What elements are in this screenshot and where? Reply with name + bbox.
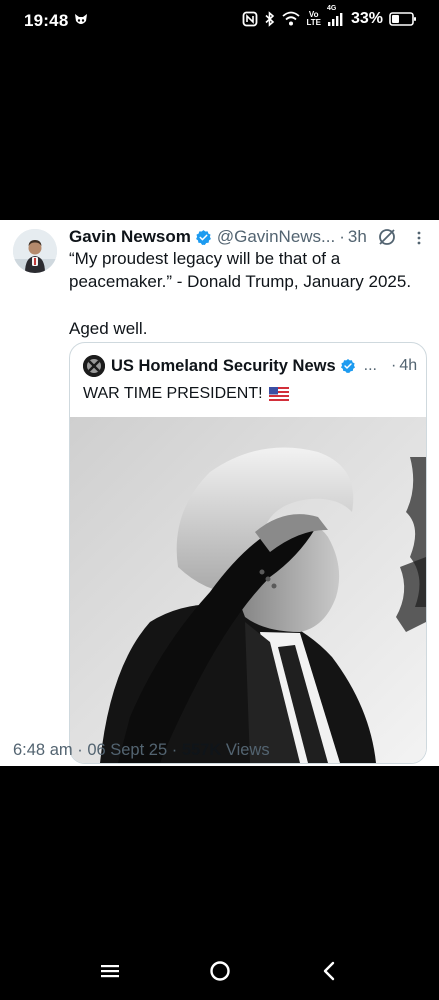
tweet-card[interactable]: Gavin Newsom @GavinNews... · 3h “My prou… [0, 220, 439, 766]
verified-badge-icon [195, 229, 212, 246]
quoted-author-name[interactable]: US Homeland Security News [111, 357, 336, 376]
back-icon[interactable] [314, 956, 344, 986]
author-name[interactable]: Gavin Newsom [69, 227, 191, 247]
quoted-tweet[interactable]: US Homeland Security News ... · 4h WAR T… [69, 342, 427, 764]
header-separator: · [339, 227, 345, 246]
quoted-tweet-header: US Homeland Security News ... · 4h [83, 355, 417, 377]
system-navigation-bar [0, 940, 439, 1000]
battery-percent: 33% [350, 10, 383, 27]
quoted-tweet-image[interactable] [70, 417, 426, 763]
footer-separator: · [77, 741, 83, 759]
battery-icon [389, 11, 417, 27]
tweet-time[interactable]: 3h [348, 227, 367, 247]
grok-icon[interactable] [377, 227, 397, 247]
verified-badge-icon [340, 358, 356, 374]
author-handle[interactable]: @GavinNews... [217, 227, 335, 247]
bluetooth-icon [264, 11, 276, 27]
tweet-text-line: peacemaker.” - Donald Trump, January 202… [69, 272, 412, 291]
author-avatar[interactable] [13, 229, 57, 273]
home-icon[interactable] [205, 956, 235, 986]
tweet-header: Gavin Newsom @GavinNews... · 3h [69, 226, 399, 248]
volte-bottom: LTE [306, 18, 321, 27]
tweet-text-line: “My proudest legacy will be that of a [69, 249, 341, 268]
quoted-tweet-time[interactable]: 4h [399, 357, 417, 375]
quoted-author-avatar[interactable] [83, 355, 105, 377]
wifi-icon [282, 11, 301, 27]
status-icons: Vo LTE 4G 33% [242, 5, 417, 28]
us-flag-icon [268, 387, 289, 401]
signal-icon: 4G [327, 5, 343, 27]
quoted-header-separator: · [391, 357, 397, 374]
recent-apps-icon[interactable] [95, 956, 125, 986]
tweet-text: “My proudest legacy will be that of a pe… [69, 247, 419, 340]
volte-indicator: Vo LTE [306, 11, 321, 27]
footer-separator: · [171, 741, 178, 759]
tweet-footer: 6:48 am · 06 Sept 25 · 557K Views [13, 741, 270, 760]
quoted-tweet-text: WAR TIME PRESIDENT! [83, 385, 289, 403]
quoted-text: WAR TIME PRESIDENT! [83, 385, 263, 402]
signal-label: 4G [326, 5, 337, 12]
nfc-icon [242, 11, 258, 27]
footer-time: 6:48 am [13, 741, 73, 759]
footer-date: 06 Sept 25 [87, 741, 168, 759]
quoted-handle-ellipsis: ... [363, 357, 377, 374]
status-bar: 19:48 Vo LTE 4G 33% [0, 0, 439, 44]
app-notification-icon [73, 12, 89, 33]
tweet-text-line: Aged well. [69, 319, 148, 338]
status-time: 19:48 [24, 11, 69, 30]
views-label[interactable]: Views [226, 741, 270, 759]
views-count[interactable]: 557K [182, 741, 221, 759]
